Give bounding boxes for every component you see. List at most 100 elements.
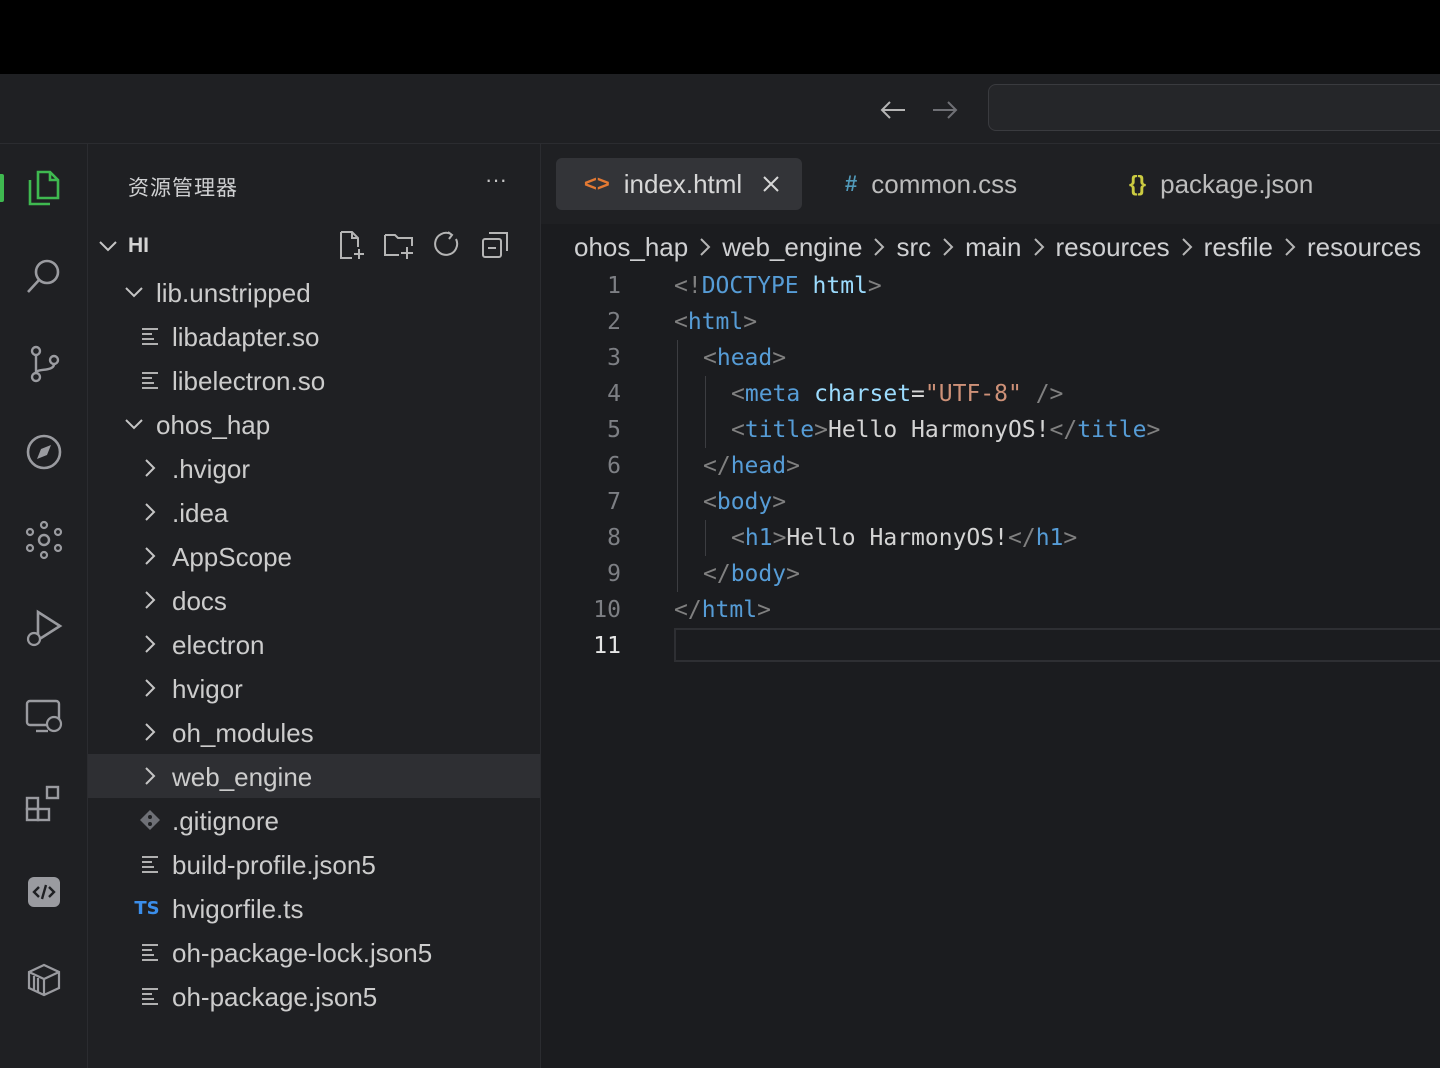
- chevron-right-icon: [138, 720, 162, 744]
- chevron-right-icon: [941, 236, 955, 258]
- chevron-right-icon: [138, 544, 162, 568]
- current-line-highlight[interactable]: [674, 628, 1440, 662]
- tree-folder[interactable]: docs: [88, 578, 540, 622]
- line-number: 2: [607, 309, 621, 335]
- tree-folder[interactable]: hvigor: [88, 666, 540, 710]
- tab-package-json[interactable]: {} package.json: [1113, 158, 1413, 210]
- chevron-right-icon: [138, 764, 162, 788]
- breadcrumb-item[interactable]: resources: [1307, 232, 1421, 263]
- code-line: <meta charset="UTF-8" />: [731, 381, 1064, 407]
- command-center-search[interactable]: [988, 84, 1440, 131]
- arrow-right-icon[interactable]: [929, 96, 961, 124]
- tree-item-label: .hvigor: [172, 454, 251, 484]
- chevron-right-icon: [698, 236, 712, 258]
- line-number: 1: [607, 273, 621, 299]
- file-lines-icon: [138, 984, 162, 1008]
- tree-file[interactable]: .gitignore: [88, 798, 540, 842]
- breadcrumb-item[interactable]: ohos_hap: [574, 232, 688, 263]
- tree-folder[interactable]: ohos_hap: [88, 402, 540, 446]
- device-code-icon[interactable]: [0, 862, 88, 922]
- workspace-root[interactable]: HI: [88, 226, 541, 266]
- tab-label: index.html: [623, 168, 743, 199]
- run-debug-icon[interactable]: [0, 598, 88, 658]
- chevron-right-icon: [1180, 236, 1194, 258]
- new-file-icon[interactable]: [334, 228, 368, 262]
- tree-item-label: oh-package-lock.json5: [172, 938, 433, 968]
- line-number: 6: [607, 453, 621, 479]
- editor-area: <> index.html # common.css {} package.js…: [541, 144, 1440, 1068]
- tree-folder[interactable]: AppScope: [88, 534, 540, 578]
- tree-item-label: hvigorfile.ts: [172, 894, 304, 924]
- code-line: </body>: [703, 561, 800, 587]
- tree-file[interactable]: oh-package-lock.json5: [88, 930, 540, 974]
- collapse-all-icon[interactable]: [478, 228, 512, 262]
- line-number: 10: [593, 597, 621, 623]
- chevron-right-icon: [1032, 236, 1046, 258]
- arrow-left-icon[interactable]: [877, 96, 909, 124]
- code-line: </html>: [674, 597, 771, 623]
- tree-item-label: ohos_hap: [156, 410, 271, 440]
- tree-item-label: AppScope: [172, 542, 292, 572]
- tree-file[interactable]: oh-package.json5: [88, 974, 540, 1018]
- breadcrumb-item[interactable]: resources: [1056, 232, 1170, 263]
- tree-file[interactable]: build-profile.json5: [88, 842, 540, 886]
- search-icon[interactable]: [0, 246, 88, 306]
- code-line: <html>: [674, 309, 758, 335]
- code-line: <body>: [703, 489, 787, 515]
- git-file-icon: [138, 808, 162, 832]
- graph-icon[interactable]: [0, 510, 88, 570]
- tree-folder[interactable]: .hvigor: [88, 446, 540, 490]
- chevron-right-icon: [138, 456, 162, 480]
- tree-item-label: docs: [172, 586, 227, 616]
- line-number: 7: [607, 489, 621, 515]
- compass-icon[interactable]: [0, 422, 88, 482]
- chevron-right-icon: [138, 588, 162, 612]
- extensions-icon[interactable]: [0, 774, 88, 834]
- line-number: 8: [607, 525, 621, 551]
- title-bar: [0, 74, 1440, 144]
- explorer-sidebar: 资源管理器 ··· HI lib.unstripped libadapter.so…: [88, 144, 541, 1068]
- chevron-right-icon: [1283, 236, 1297, 258]
- tree-folder[interactable]: electron: [88, 622, 540, 666]
- files-icon[interactable]: [0, 158, 88, 218]
- code-line: <head>: [703, 345, 787, 371]
- close-icon[interactable]: [760, 173, 782, 195]
- file-lines-icon: [138, 940, 162, 964]
- refresh-icon[interactable]: [430, 228, 464, 262]
- new-folder-icon[interactable]: [382, 228, 416, 262]
- tree-item-label: web_engine: [172, 762, 313, 792]
- line-number: 3: [607, 345, 621, 371]
- code-line: </head>: [703, 453, 800, 479]
- chevron-right-icon: [138, 676, 162, 700]
- tree-item-label: .gitignore: [172, 806, 279, 836]
- explorer-title: 资源管理器: [128, 177, 238, 200]
- typescript-icon: TS: [134, 897, 160, 919]
- tree-folder[interactable]: oh_modules: [88, 710, 540, 754]
- tree-item-label: .idea: [172, 498, 229, 528]
- chevron-right-icon: [872, 236, 886, 258]
- json-icon: {}: [1129, 171, 1147, 196]
- breadcrumb-item[interactable]: resfile: [1204, 232, 1273, 263]
- tree-file[interactable]: libelectron.so: [88, 358, 540, 402]
- code-line: <title>Hello HarmonyOS!</title>: [731, 417, 1161, 443]
- breadcrumb-item[interactable]: web_engine: [722, 232, 862, 263]
- breadcrumb-item[interactable]: src: [896, 232, 931, 263]
- breadcrumb-item[interactable]: main: [965, 232, 1021, 263]
- package-icon[interactable]: [0, 950, 88, 1010]
- tab-common-css[interactable]: # common.css: [829, 158, 1089, 210]
- tab-index-html[interactable]: <> index.html: [556, 158, 802, 210]
- more-actions-icon[interactable]: ···: [480, 166, 512, 198]
- file-lines-icon: [138, 368, 162, 392]
- source-control-icon[interactable]: [0, 334, 88, 394]
- tab-label: common.css: [871, 168, 1018, 199]
- file-lines-icon: [138, 852, 162, 876]
- line-number: 9: [607, 561, 621, 587]
- tree-folder[interactable]: .idea: [88, 490, 540, 534]
- tree-folder[interactable]: web_engine: [88, 754, 540, 798]
- chevron-down-icon: [122, 280, 146, 304]
- tab-label: package.json: [1160, 168, 1314, 199]
- remote-explorer-icon[interactable]: [0, 686, 88, 746]
- tree-folder[interactable]: lib.unstripped: [88, 270, 540, 314]
- tree-file[interactable]: TS hvigorfile.ts: [88, 886, 540, 930]
- tree-file[interactable]: libadapter.so: [88, 314, 540, 358]
